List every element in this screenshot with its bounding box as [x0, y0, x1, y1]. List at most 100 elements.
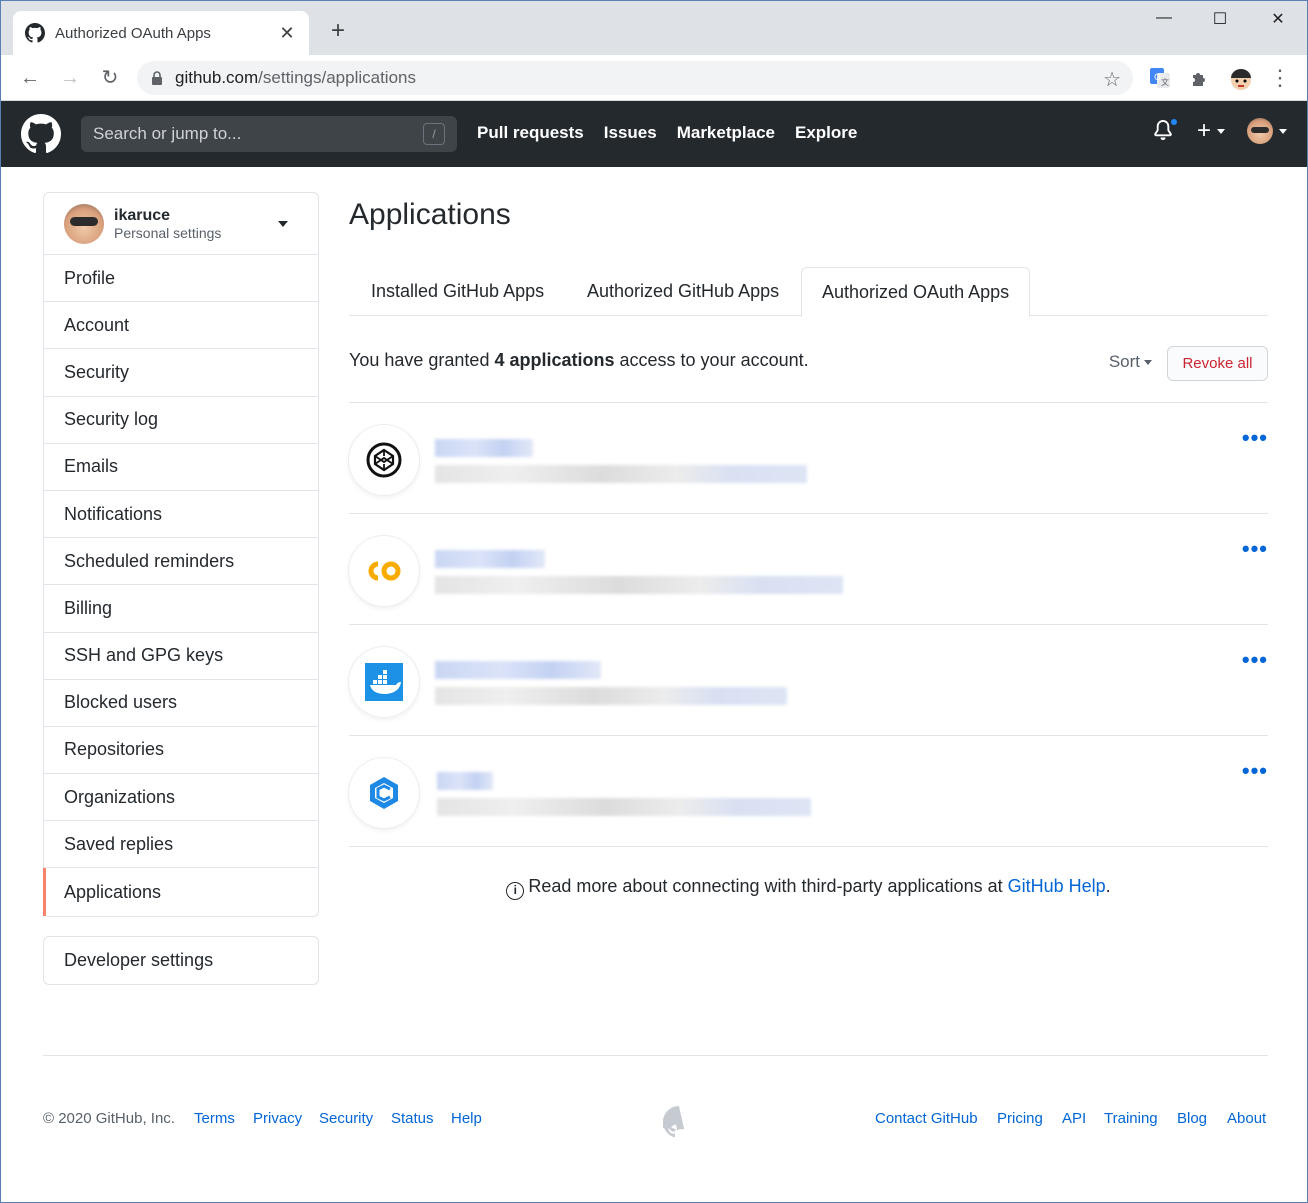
chevron-down-icon — [278, 221, 288, 227]
sidebar-subtitle: Personal settings — [114, 224, 222, 241]
footer-link-help[interactable]: Help — [451, 1110, 482, 1127]
sidebar-item-applications[interactable]: Applications — [43, 868, 318, 916]
footer-link-contact[interactable]: Contact GitHub — [875, 1110, 978, 1127]
nav-issues[interactable]: Issues — [604, 123, 657, 143]
profile-avatar-icon[interactable] — [1229, 67, 1251, 90]
app-name-redacted[interactable] — [435, 661, 601, 679]
sidebar-item-profile[interactable]: Profile — [44, 255, 318, 303]
footer-copyright: © 2020 GitHub, Inc. — [43, 1110, 175, 1127]
github-footer-logo-icon[interactable] — [663, 1106, 695, 1138]
sort-dropdown[interactable]: Sort — [1109, 352, 1152, 372]
granted-summary: You have granted 4 applications access t… — [349, 350, 809, 370]
tab-installed-github-apps[interactable]: Installed GitHub Apps — [351, 267, 564, 316]
address-bar[interactable]: github.com/settings/applications ☆ — [137, 61, 1133, 95]
sidebar-item-account[interactable]: Account — [44, 302, 318, 350]
nav-pull-requests[interactable]: Pull requests — [477, 123, 584, 143]
sidebar-item-repositories[interactable]: Repositories — [44, 727, 318, 775]
codeship-icon[interactable] — [349, 758, 419, 828]
user-menu-dropdown[interactable] — [1247, 118, 1287, 144]
github-logo-icon[interactable] — [21, 114, 61, 154]
github-favicon-icon — [25, 23, 45, 43]
user-context-switcher[interactable]: ikaruce Personal settings — [44, 193, 318, 255]
info-icon: i — [506, 882, 525, 900]
browser-menu-icon[interactable]: ⋮ — [1267, 65, 1293, 91]
settings-sidebar: ikaruce Personal settings Profile Accoun… — [43, 192, 319, 917]
docker-icon[interactable] — [349, 647, 419, 717]
footer-link-security[interactable]: Security — [319, 1110, 373, 1127]
granted-count: 4 applications — [494, 350, 615, 370]
sidebar-item-security-log[interactable]: Security log — [44, 397, 318, 444]
footer-link-status[interactable]: Status — [391, 1110, 434, 1127]
search-placeholder: Search or jump to... — [93, 124, 242, 143]
footer-link-about[interactable]: About — [1227, 1110, 1266, 1127]
oauth-apps-list: ••• ••• ••• ••• — [349, 402, 1268, 847]
reload-icon[interactable]: ↻ — [97, 65, 123, 91]
page-title: Applications — [349, 198, 511, 231]
sidebar-item-organizations[interactable]: Organizations — [44, 774, 318, 822]
window-maximize-button[interactable]: ☐ — [1197, 9, 1243, 29]
sidebar-item-blocked-users[interactable]: Blocked users — [44, 680, 318, 727]
browser-tabstrip: Authorized OAuth Apps ✕ + — ☐ ✕ — [1, 1, 1307, 55]
back-icon[interactable]: ← — [17, 65, 43, 91]
footer-link-training[interactable]: Training — [1104, 1110, 1158, 1127]
chevron-down-icon — [1279, 128, 1287, 134]
footer-link-api[interactable]: API — [1062, 1110, 1086, 1127]
notifications-bell-icon[interactable] — [1153, 117, 1179, 143]
more-options-icon[interactable]: ••• — [1242, 536, 1268, 562]
footer-link-blog[interactable]: Blog — [1177, 1110, 1207, 1127]
svg-text:文: 文 — [1161, 77, 1169, 87]
bookmark-star-icon[interactable]: ☆ — [1103, 67, 1121, 92]
footer-link-terms[interactable]: Terms — [194, 1110, 235, 1127]
notification-dot — [1168, 117, 1179, 127]
main-content: Applications Installed GitHub Apps Autho… — [349, 192, 1268, 900]
sidebar-item-developer-settings[interactable]: Developer settings — [43, 936, 319, 985]
more-options-icon[interactable]: ••• — [1242, 647, 1268, 673]
help-note: i Read more about connecting with third-p… — [349, 876, 1268, 900]
footer-link-pricing[interactable]: Pricing — [997, 1110, 1043, 1127]
nav-marketplace[interactable]: Marketplace — [677, 123, 775, 143]
github-help-link[interactable]: GitHub Help — [1008, 876, 1106, 896]
sidebar-item-saved-replies[interactable]: Saved replies — [44, 821, 318, 869]
nav-explore[interactable]: Explore — [795, 123, 857, 143]
sidebar-item-security[interactable]: Security — [44, 349, 318, 397]
app-name-redacted[interactable] — [435, 439, 533, 457]
app-description-redacted — [435, 465, 807, 483]
list-item: ••• — [349, 514, 1268, 625]
extensions-puzzle-icon[interactable] — [1189, 67, 1211, 89]
revoke-all-button[interactable]: Revoke all — [1167, 346, 1268, 381]
window-close-button[interactable]: ✕ — [1255, 9, 1301, 29]
browser-tab[interactable]: Authorized OAuth Apps ✕ — [13, 11, 309, 55]
sidebar-item-scheduled-reminders[interactable]: Scheduled reminders — [44, 538, 318, 586]
header-avatar — [1247, 118, 1273, 144]
chevron-down-icon — [1144, 360, 1152, 366]
app-description-redacted — [437, 798, 811, 816]
search-shortcut-badge: / — [423, 123, 445, 145]
app-description-redacted — [435, 576, 843, 594]
sidebar-item-billing[interactable]: Billing — [44, 585, 318, 633]
app-name-redacted[interactable] — [435, 550, 545, 568]
sidebar-item-emails[interactable]: Emails — [44, 444, 318, 491]
tab-authorized-github-apps[interactable]: Authorized GitHub Apps — [567, 267, 799, 316]
sidebar-item-ssh-gpg-keys[interactable]: SSH and GPG keys — [44, 633, 318, 680]
header-nav: Pull requests Issues Marketplace Explore — [477, 123, 857, 143]
sidebar-item-notifications[interactable]: Notifications — [44, 491, 318, 539]
more-options-icon[interactable]: ••• — [1242, 758, 1268, 784]
app-name-redacted[interactable] — [437, 772, 493, 790]
more-options-icon[interactable]: ••• — [1242, 425, 1268, 451]
colab-icon[interactable] — [349, 536, 419, 606]
forward-icon[interactable]: → — [57, 65, 83, 91]
svg-text:G: G — [1154, 73, 1161, 83]
search-input[interactable]: Search or jump to... / — [81, 116, 457, 152]
codepen-icon[interactable] — [349, 425, 419, 495]
list-item: ••• — [349, 625, 1268, 736]
new-tab-button[interactable]: + — [323, 19, 353, 43]
avatar — [64, 203, 104, 244]
create-new-dropdown[interactable]: + — [1197, 117, 1225, 145]
tab-authorized-oauth-apps[interactable]: Authorized OAuth Apps — [801, 267, 1031, 317]
translate-extension-icon[interactable]: G文 — [1149, 67, 1171, 89]
chevron-down-icon — [1217, 128, 1225, 134]
tab-title: Authorized OAuth Apps — [55, 24, 211, 42]
tab-close-icon[interactable]: ✕ — [277, 23, 297, 44]
footer-link-privacy[interactable]: Privacy — [253, 1110, 302, 1127]
window-minimize-button[interactable]: — — [1141, 9, 1187, 27]
